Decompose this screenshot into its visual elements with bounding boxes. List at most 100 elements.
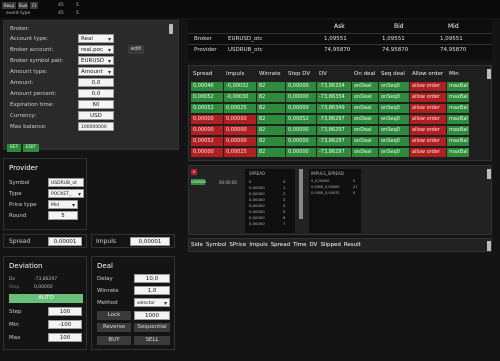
impuls-input[interactable]: 0,00001: [130, 237, 170, 246]
top-tag-2[interactable]: Выв: [18, 2, 28, 9]
signals-cell-seq[interactable]: onSeq0: [379, 137, 409, 146]
signals-cell-allow[interactable]: allow order: [410, 137, 446, 146]
signals-cell-min[interactable]: maxBal: [447, 104, 469, 113]
signals-scrollbar[interactable]: [487, 69, 491, 79]
spread-mini-index: 2: [283, 191, 286, 196]
provider-panel: Provider Symbol USDRUB_ot Type POCKET_ P…: [3, 158, 87, 230]
broker-account-select[interactable]: real.poc: [78, 45, 114, 55]
round-label: Round: [9, 213, 27, 219]
winrate-input[interactable]: 1,0: [134, 286, 170, 295]
signals-cell-allow[interactable]: allow order: [410, 126, 446, 135]
signals-cell-allow[interactable]: allow order: [410, 104, 446, 113]
signals-cell-min[interactable]: maxBal: [447, 126, 469, 135]
reverse-button[interactable]: Reverse: [97, 323, 131, 332]
history-scrollbar[interactable]: [487, 241, 491, 251]
mini-scrollbar[interactable]: [487, 169, 491, 179]
sell-button[interactable]: SELL: [134, 336, 170, 345]
broker-panel: Broker: Account type: Real Broker accoun…: [3, 20, 179, 152]
amount-label: Amount:: [10, 80, 34, 86]
lock-button[interactable]: Lock: [97, 311, 131, 320]
signals-header-row: Spread Impuls Winrate Step DV DV On deal…: [191, 70, 470, 79]
broker-section-title: Broker:: [10, 26, 30, 32]
lock-input[interactable]: 1000: [134, 311, 170, 320]
deal-title: Deal: [97, 262, 113, 270]
signals-cell-ondeal[interactable]: onDeal: [352, 82, 378, 91]
max-balance-input[interactable]: 100000000: [78, 122, 114, 131]
signals-header-dv: DV: [319, 71, 327, 77]
expiration-input[interactable]: 60: [78, 100, 114, 109]
spread-mini: SPREAD 0 0 0,00000 1 0,00000 2 0,00000 3 0,00000…: [245, 169, 295, 233]
signals-cell-seq[interactable]: onSeq0: [379, 82, 409, 91]
signals-cell-min[interactable]: maxBal: [447, 93, 469, 102]
dev-min-input[interactable]: -100: [48, 320, 82, 329]
provider-symbol-input[interactable]: USDRUB_ot: [48, 178, 84, 187]
set-button[interactable]: SET: [7, 144, 21, 152]
signals-cell-ondeal[interactable]: onDeal: [352, 104, 378, 113]
round-input[interactable]: 5: [48, 211, 78, 220]
mini-flag[interactable]: x: [191, 169, 197, 175]
signals-cell-allow[interactable]: allow order: [410, 115, 446, 124]
mini-chart-label[interactable]: USDRUB: [191, 179, 206, 185]
history-header-symbol: Symbol: [205, 242, 227, 248]
signals-cell-min[interactable]: maxBal: [447, 137, 469, 146]
signals-cell-seq[interactable]: onSeq0: [379, 126, 409, 135]
signals-cell-seq[interactable]: onSeq0: [379, 148, 409, 157]
signals-cell-ondeal[interactable]: onDeal: [352, 137, 378, 146]
signals-cell-min[interactable]: maxBal: [447, 115, 469, 124]
provider-type-select[interactable]: POCKET_: [48, 189, 84, 199]
edit-button[interactable]: EDIT: [23, 144, 39, 152]
spread-mini-value: 0,00000: [249, 215, 265, 220]
mini-divider[interactable]: [299, 169, 303, 219]
signals-cell-seq[interactable]: onSeq0: [379, 115, 409, 124]
currency-input[interactable]: USD: [78, 111, 114, 120]
dev-max-input[interactable]: 100: [48, 333, 82, 342]
buy-button[interactable]: BUY: [97, 336, 131, 345]
signals-row: 0,00052 0,00025 82 0,00000 -73,86349 onDeal on…: [191, 104, 470, 113]
signals-row: 0,00000 0,00000 82 0,00052 -73,86297 onDeal on…: [191, 115, 470, 124]
mini-time: 00:00:00: [219, 180, 237, 185]
account-type-select[interactable]: Real: [78, 34, 114, 44]
signals-cell-spread: 0,00046: [191, 82, 223, 91]
price-type-select[interactable]: Mid: [48, 200, 78, 210]
signals-panel: Spread Impuls Winrate Step DV DV On deal…: [188, 65, 492, 161]
method-select[interactable]: selector: [134, 298, 170, 308]
deal-panel: Deal Delay 10,0 Winrate 1,0 Method selec…: [91, 256, 175, 350]
broker-symbol-select[interactable]: EURUSD: [78, 56, 114, 66]
price-type-label: Price type: [9, 202, 37, 208]
signals-cell-ondeal[interactable]: onDeal: [352, 148, 378, 157]
dev-step-label: Step: [9, 309, 22, 315]
quotes-header-bid: Bid: [394, 23, 404, 30]
signals-cell-winrate: 82: [257, 137, 285, 146]
amount-type-select[interactable]: Amount: [78, 67, 114, 77]
signals-cell-ondeal[interactable]: onDeal: [352, 115, 378, 124]
quote-broker-bid: 1,09551: [382, 36, 405, 42]
impuls-mini-value: 0_0,00000: [311, 179, 330, 183]
spread-input[interactable]: 0,00001: [48, 237, 82, 246]
spread-mini-index: 1: [283, 185, 286, 190]
signals-cell-min[interactable]: maxBal: [447, 82, 469, 91]
sequential-button[interactable]: Sequential: [134, 323, 170, 332]
dev-step-input[interactable]: 100: [48, 307, 82, 316]
signals-cell-allow[interactable]: allow order: [410, 93, 446, 102]
broker-scrollbar[interactable]: [169, 24, 173, 34]
signals-cell-seq[interactable]: onSeq0: [379, 93, 409, 102]
amount-input[interactable]: 0,0: [78, 78, 114, 87]
auto-button[interactable]: AUTO: [9, 294, 83, 303]
spread-mini-index: 0: [283, 179, 286, 184]
top-tag-1[interactable]: Ввод: [2, 2, 16, 9]
signals-cell-spread: 0,00000: [191, 115, 223, 124]
signals-cell-allow[interactable]: allow order: [410, 82, 446, 91]
broker-edit-button[interactable]: edit: [128, 45, 144, 54]
amount-percent-input[interactable]: 0,0: [78, 89, 114, 98]
delay-input[interactable]: 10,0: [134, 274, 170, 283]
signals-header-alloworder: Allow order: [412, 71, 444, 77]
signals-cell-ondeal[interactable]: onDeal: [352, 126, 378, 135]
quotes-header-mid: Mid: [448, 23, 459, 30]
signals-cell-ondeal[interactable]: onDeal: [352, 93, 378, 102]
signals-cell-min[interactable]: maxBal: [447, 148, 469, 157]
spread-mini-index: 6: [283, 215, 286, 220]
signals-cell-allow[interactable]: allow order: [410, 148, 446, 157]
top-tag-3[interactable]: Ct: [30, 2, 38, 9]
signals-cell-impuls: 0,00000: [224, 126, 256, 135]
signals-cell-seq[interactable]: onSeq0: [379, 104, 409, 113]
